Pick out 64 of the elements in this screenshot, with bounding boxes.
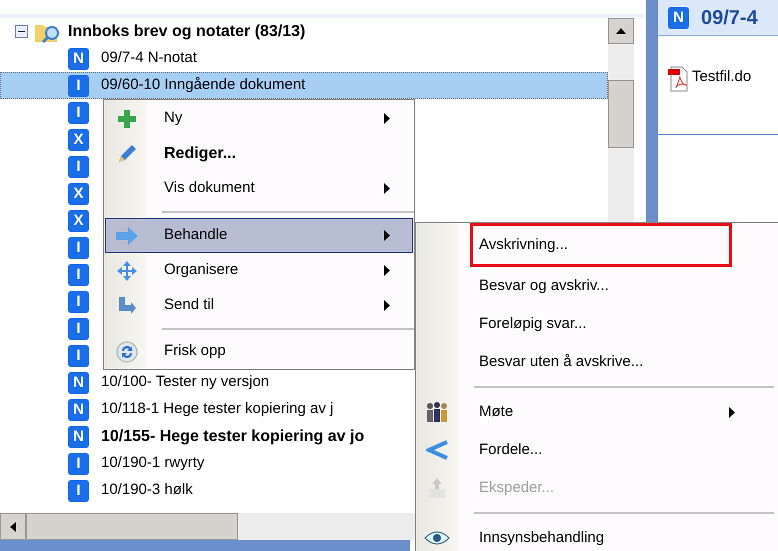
document-type-badge: I <box>68 480 89 502</box>
send-icon <box>116 294 138 316</box>
item-label: 10/190-1 rwyrty <box>101 453 204 474</box>
menu-item[interactable]: Ny <box>105 101 413 136</box>
scroll-thumb[interactable] <box>26 513 238 540</box>
tree-item[interactable]: I 09/60-10 Inngående dokument <box>0 72 608 99</box>
pdf-file-icon <box>668 66 688 92</box>
left-arrow-icon <box>10 522 16 532</box>
menu-item[interactable]: Send til <box>105 288 413 323</box>
share-icon <box>426 440 448 460</box>
move-icon <box>116 260 138 282</box>
menu-label: Ny <box>164 108 184 128</box>
eye-icon <box>424 530 450 546</box>
arrow-icon <box>114 226 140 246</box>
up-arrow-icon <box>616 28 626 34</box>
item-label: 09/7-4 N-notat <box>101 48 197 68</box>
scroll-up-button[interactable] <box>608 18 634 44</box>
menu-item[interactable]: Foreløpig svar... <box>470 305 732 343</box>
people-icon <box>425 401 449 423</box>
item-label: 09/60-10 Inngående dokument <box>101 75 306 96</box>
menu-label: Behandle <box>164 225 228 246</box>
menu-label: Frisk opp <box>164 341 227 362</box>
menu-item[interactable]: Rediger... <box>105 136 413 171</box>
menu-item[interactable]: Frisk opp <box>105 335 413 368</box>
upload-icon <box>427 477 447 499</box>
menu-item[interactable]: Behandle <box>105 218 413 253</box>
item-label: 10/155- Hege tester kopiering av jo <box>101 426 364 446</box>
menu-item[interactable]: Organisere <box>105 253 413 288</box>
tree-item[interactable]: N 10/100- Tester ny versjon <box>68 369 270 396</box>
scroll-left-button[interactable] <box>0 513 26 540</box>
collapse-toggle[interactable] <box>15 25 28 38</box>
item-label: 10/190-3 hølk <box>101 480 193 500</box>
menu-label: Organisere <box>164 260 240 280</box>
document-type-badge: I <box>68 452 89 474</box>
tree-item[interactable]: N 09/7-4 N-notat <box>68 45 197 72</box>
menu-label: Rediger... <box>164 144 238 164</box>
folder-label[interactable]: Innboks brev og notater (83/13) <box>68 20 306 44</box>
document-type-badge: I <box>68 74 89 96</box>
tree-item[interactable]: I 10/190-3 hølk <box>68 477 193 504</box>
menu-item[interactable]: Avskrivning... <box>470 223 732 267</box>
tree-item[interactable]: I 10/190-1 rwyrty <box>68 450 204 477</box>
menu-item[interactable]: Vis dokument <box>105 171 413 206</box>
menu-item[interactable]: Besvar uten å avskrive... <box>470 343 732 381</box>
plus-icon <box>116 108 138 130</box>
menu-item[interactable]: Innsynsbehandling <box>470 519 732 551</box>
item-label: 10/118-1 Hege tester kopiering av j <box>101 399 334 420</box>
document-type-badge: N <box>68 372 89 394</box>
menu-item[interactable]: Møte <box>470 393 732 431</box>
attachment-name[interactable]: Testfil.do <box>692 66 752 88</box>
refresh-icon <box>116 340 138 362</box>
tree-item[interactable]: N 10/155- Hege tester kopiering av jo <box>68 423 364 450</box>
pencil-icon <box>116 142 138 164</box>
preview-title: 09/7-4 <box>701 6 758 30</box>
menu-item[interactable]: Fordele... <box>470 431 732 469</box>
document-type-badge: N <box>668 6 689 28</box>
item-label: 10/100- Tester ny versjon <box>101 372 270 392</box>
menu-label: Send til <box>164 295 216 316</box>
document-type-badge: N <box>68 398 89 420</box>
document-type-badge: N <box>68 426 89 448</box>
scroll-thumb[interactable] <box>608 80 634 148</box>
menu-label: Vis dokument <box>164 178 256 198</box>
menu-item[interactable]: Besvar og avskriv... <box>470 267 732 305</box>
tree-item[interactable]: N 10/118-1 Hege tester kopiering av j <box>68 396 334 423</box>
document-type-badge: N <box>68 48 89 70</box>
